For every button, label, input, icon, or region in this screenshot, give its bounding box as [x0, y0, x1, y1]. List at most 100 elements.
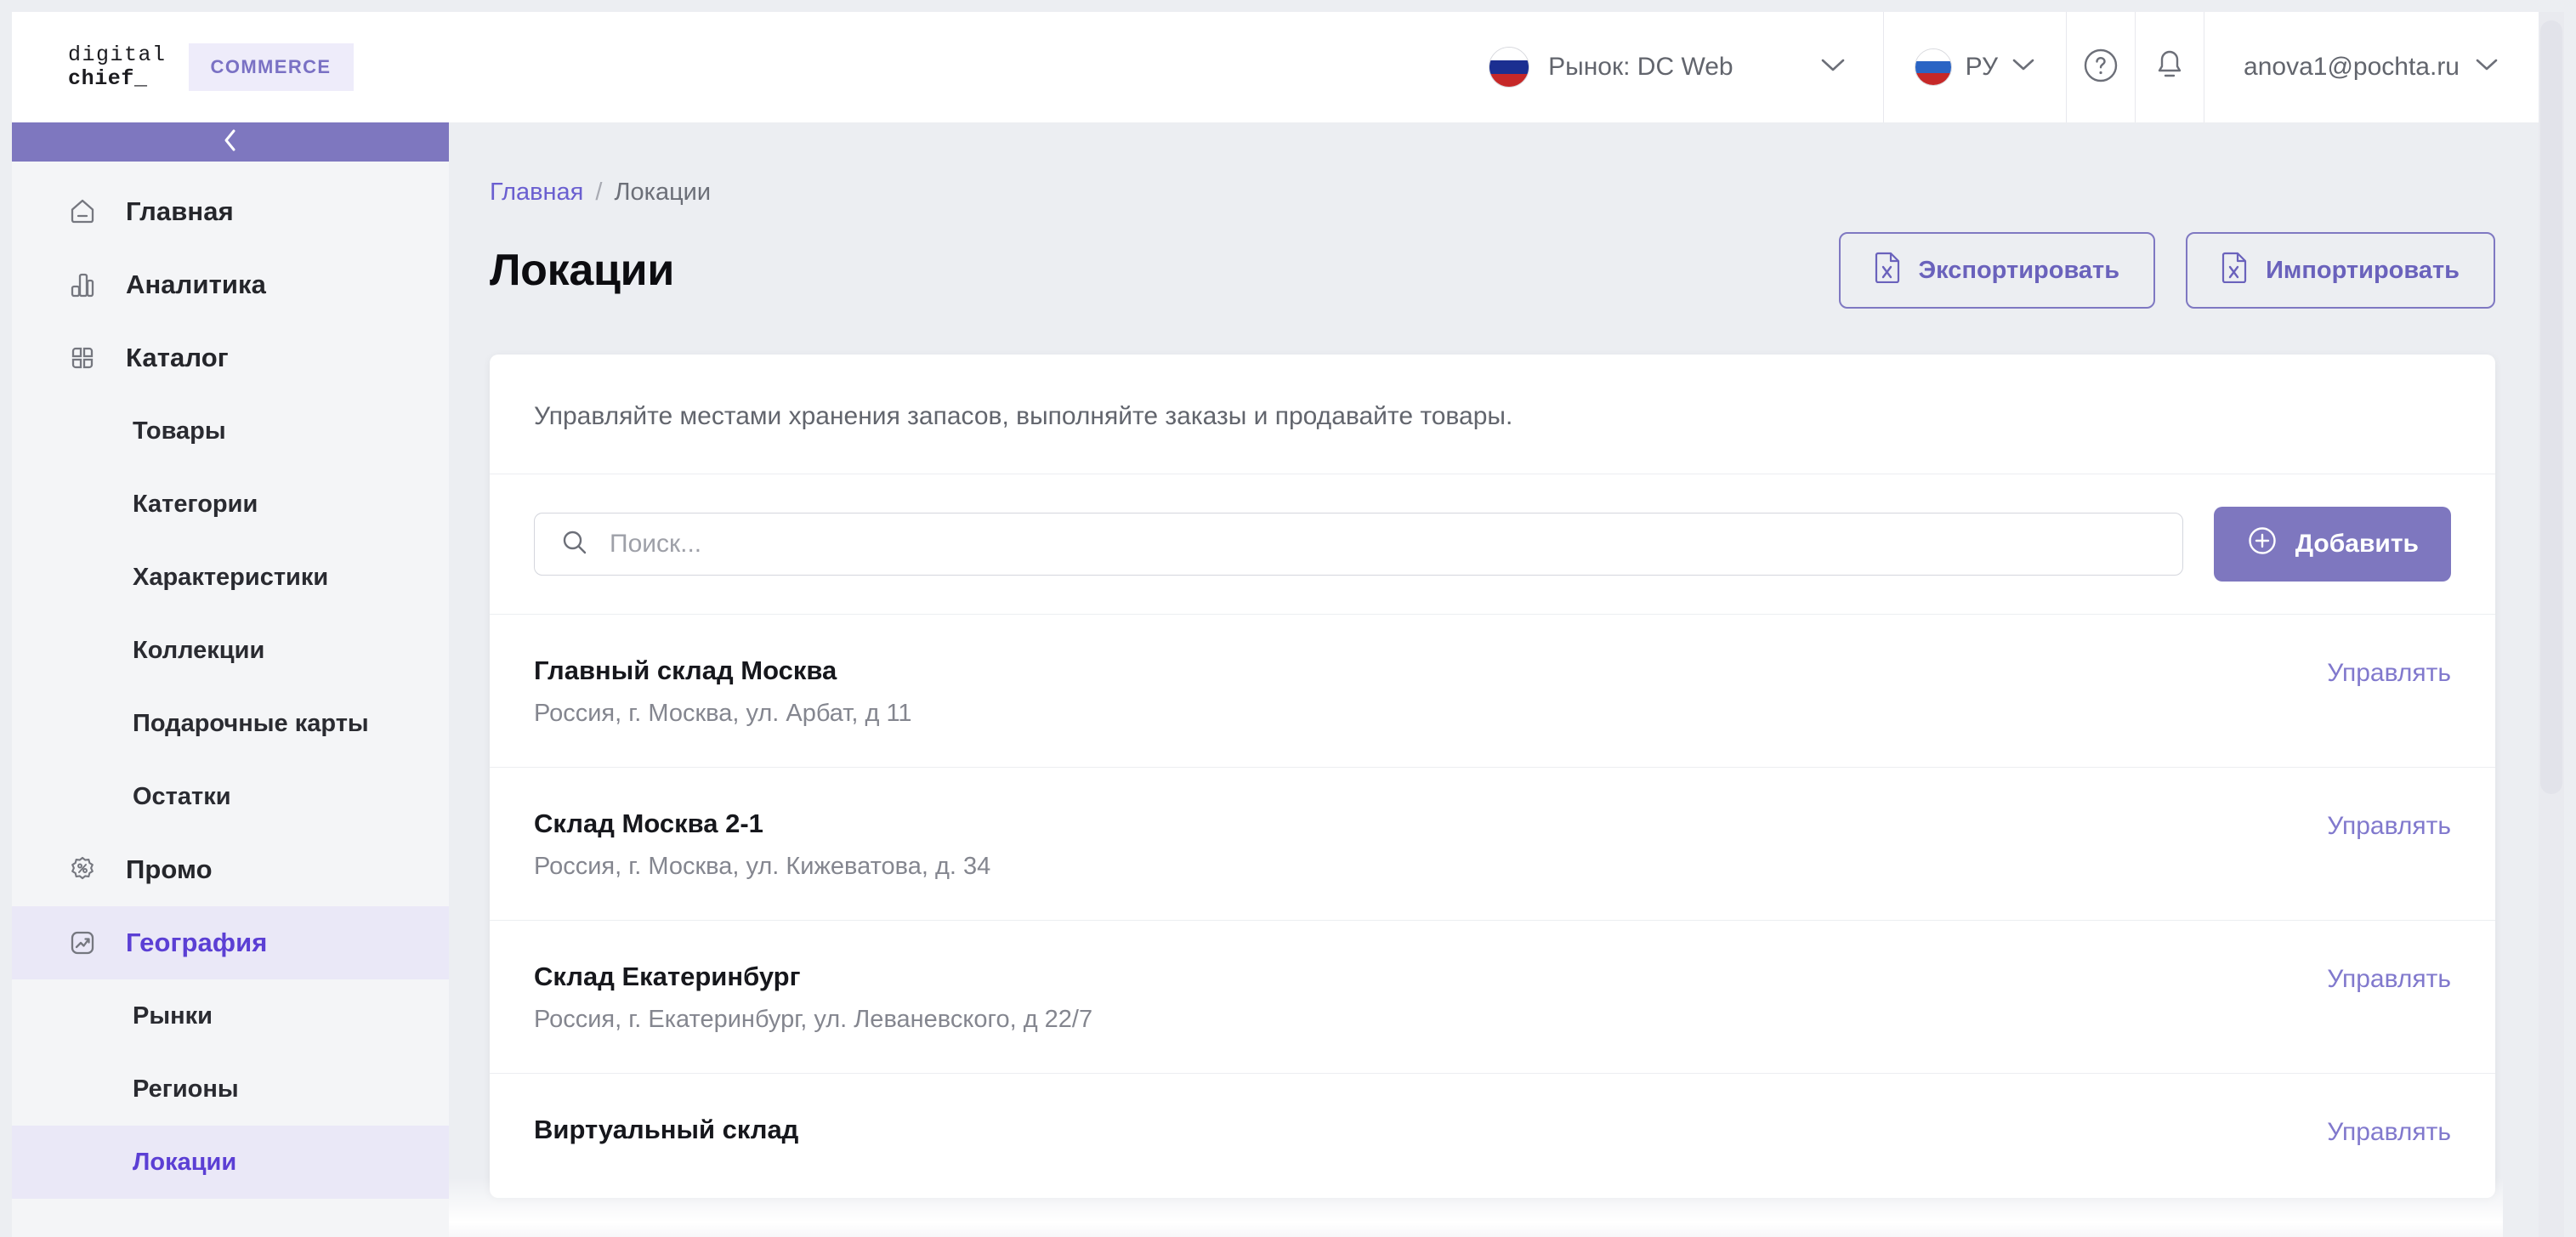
bar-chart-icon [65, 267, 100, 303]
sidebar-item-kollekcii[interactable]: Коллекции [12, 614, 449, 687]
locations-description: Управляйте местами хранения запасов, вып… [490, 355, 2495, 474]
sidebar-item-label: Промо [126, 854, 213, 884]
language-label: РУ [1965, 53, 1999, 81]
breadcrumb: Главная / Локации [449, 122, 2550, 207]
page-actions: Экспортировать Импортировать [1838, 232, 2495, 309]
page-scrollbar-thumb[interactable] [2540, 20, 2562, 794]
location-name: Склад Екатеринбург [534, 962, 801, 991]
manage-link[interactable]: Управлять [2327, 809, 2451, 841]
table-row[interactable]: Главный склад Москва Россия, г. Москва, … [490, 615, 2495, 768]
home-icon [65, 194, 100, 230]
sidebar-item-label: Категории [133, 490, 258, 518]
russia-flag-icon [1489, 47, 1530, 88]
chevron-down-icon [2475, 58, 2499, 77]
bell-icon [2151, 46, 2188, 89]
sidebar-item-regiony[interactable]: Регионы [12, 1053, 449, 1126]
add-location-button[interactable]: Добавить [2213, 507, 2451, 582]
manage-link[interactable]: Управлять [2327, 962, 2451, 994]
help-group [2066, 12, 2135, 122]
page-header: Локации Экспортировать Импортировать [449, 207, 2550, 309]
breadcrumb-current: Локации [614, 179, 712, 206]
language-selector-group: РУ [1882, 12, 2066, 122]
table-row[interactable]: Виртуальный склад Управлять [490, 1074, 2495, 1198]
export-button-label: Экспортировать [1918, 256, 2120, 284]
sidebar-item-katalog[interactable]: Каталог [12, 321, 449, 394]
sidebar-item-label: Коллекции [133, 636, 265, 664]
table-row[interactable]: Склад Екатеринбург Россия, г. Екатеринбу… [490, 921, 2495, 1074]
xls-file-icon [1875, 251, 1902, 290]
notifications-button[interactable] [2136, 12, 2204, 122]
app-root: digital chief_ COMMERCE Рынок: DC Web РУ… [0, 0, 2576, 1237]
import-button[interactable]: Импортировать [2186, 232, 2495, 309]
notifications-group [2135, 12, 2204, 122]
location-name: Главный склад Москва [534, 655, 837, 685]
sidebar-item-podarochnye-karty[interactable]: Подарочные карты [12, 687, 449, 760]
header-spacer [354, 12, 1455, 122]
sidebar-item-promo[interactable]: Промо [12, 833, 449, 906]
sidebar-collapse-button[interactable] [12, 122, 449, 162]
location-info: Склад Екатеринбург Россия, г. Екатеринбу… [534, 962, 1092, 1034]
sidebar-item-label: Регионы [133, 1075, 239, 1103]
sidebar-item-lokacii[interactable]: Локации [12, 1126, 449, 1199]
sidebar-item-label: Характеристики [133, 563, 329, 591]
user-menu[interactable]: anova1@pochta.ru [2204, 12, 2550, 122]
location-address: Россия, г. Москва, ул. Кижеватова, д. 34 [534, 853, 991, 880]
add-location-label: Добавить [2295, 530, 2419, 558]
sidebar-item-label: Аналитика [126, 270, 266, 299]
language-selector[interactable]: РУ [1884, 12, 2066, 122]
sidebar-item-label: Каталог [126, 343, 229, 372]
import-button-label: Импортировать [2266, 256, 2460, 284]
location-info: Виртуальный склад [534, 1115, 798, 1159]
sidebar-item-label: Товары [133, 417, 226, 445]
help-button[interactable] [2067, 12, 2135, 122]
table-row[interactable]: Склад Москва 2-1 Россия, г. Москва, ул. … [490, 768, 2495, 921]
location-name: Склад Москва 2-1 [534, 809, 763, 838]
locations-card: Управляйте местами хранения запасов, вып… [490, 355, 2495, 1198]
breadcrumb-home-link[interactable]: Главная [490, 179, 583, 207]
market-selector-group: Рынок: DC Web [1455, 12, 1882, 122]
export-button[interactable]: Экспортировать [1838, 232, 2156, 309]
sidebar-item-rynki[interactable]: Рынки [12, 979, 449, 1053]
sidebar: Главная Аналитика Каталог Товары Категор… [12, 122, 449, 1237]
sidebar-item-label: Рынки [133, 1002, 213, 1030]
sidebar-item-label: Главная [126, 196, 234, 226]
sidebar-item-label: География [126, 928, 268, 957]
top-header: digital chief_ COMMERCE Рынок: DC Web РУ… [12, 12, 2550, 122]
market-selector[interactable]: Рынок: DC Web [1455, 12, 1882, 122]
brand-logo[interactable]: digital chief_ COMMERCE [12, 12, 354, 122]
sidebar-item-analitika[interactable]: Аналитика [12, 248, 449, 321]
question-circle-icon [2081, 46, 2120, 89]
sidebar-item-label: Подарочные карты [133, 709, 369, 737]
grid-icon [65, 340, 100, 376]
search-input[interactable] [610, 530, 2157, 559]
sidebar-item-label: Остатки [133, 782, 231, 810]
sidebar-item-harakteristiki[interactable]: Характеристики [12, 541, 449, 614]
main-content: Главная / Локации Локации Экспортировать [449, 122, 2550, 1237]
location-address: Россия, г. Екатеринбург, ул. Леваневског… [534, 1006, 1093, 1033]
search-icon [560, 528, 589, 561]
chevron-left-icon [222, 128, 239, 157]
xls-file-icon [2221, 251, 2249, 290]
sidebar-nav: Главная Аналитика Каталог Товары Категор… [12, 162, 449, 1199]
market-label: Рынок: DC Web [1548, 53, 1733, 81]
breadcrumb-separator: / [595, 179, 603, 206]
sidebar-item-kategorii[interactable]: Категории [12, 468, 449, 541]
sidebar-item-glavnaya[interactable]: Главная [12, 175, 449, 248]
sidebar-item-geografiya[interactable]: География [12, 906, 449, 979]
logo-wordmark: digital chief_ [68, 43, 167, 91]
user-email: anova1@pochta.ru [2244, 53, 2460, 81]
locations-toolbar: Добавить [490, 474, 2495, 615]
location-address: Россия, г. Москва, ул. Арбат, д 11 [534, 700, 912, 727]
user-menu-group: anova1@pochta.ru [2204, 12, 2550, 122]
page-title: Локации [490, 246, 674, 295]
manage-link[interactable]: Управлять [2327, 655, 2451, 688]
russia-flag-icon [1914, 48, 1952, 86]
logo-line-1: digital [68, 43, 167, 67]
percent-badge-icon [65, 852, 100, 888]
sidebar-item-ostatki[interactable]: Остатки [12, 760, 449, 833]
sidebar-item-tovary[interactable]: Товары [12, 394, 449, 468]
search-field[interactable] [534, 513, 2183, 576]
commerce-badge: COMMERCE [188, 43, 354, 91]
manage-link[interactable]: Управлять [2327, 1115, 2451, 1147]
chevron-down-icon [1820, 58, 1846, 77]
